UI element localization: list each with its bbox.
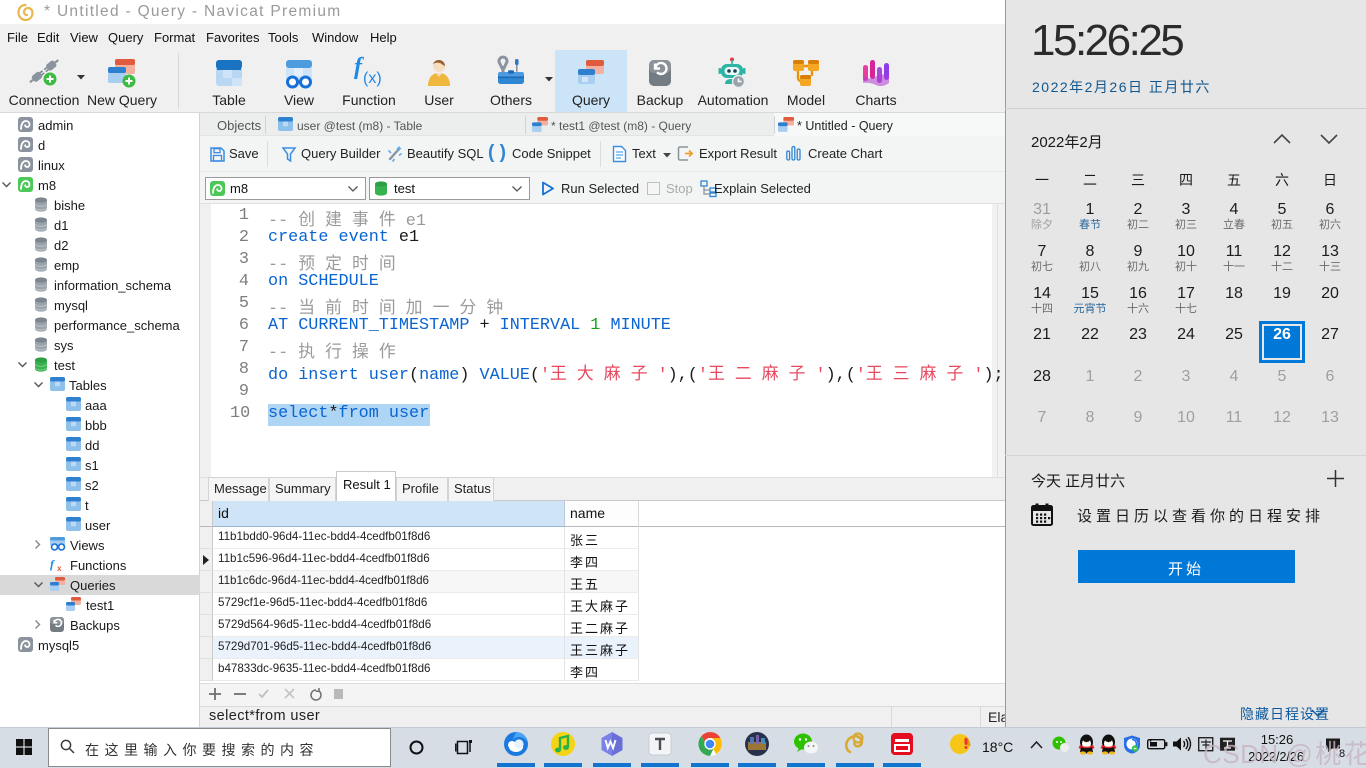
svg-text:(x): (x) [363,70,382,87]
svg-text:x: x [57,564,62,573]
svg-text:f: f [50,557,55,571]
